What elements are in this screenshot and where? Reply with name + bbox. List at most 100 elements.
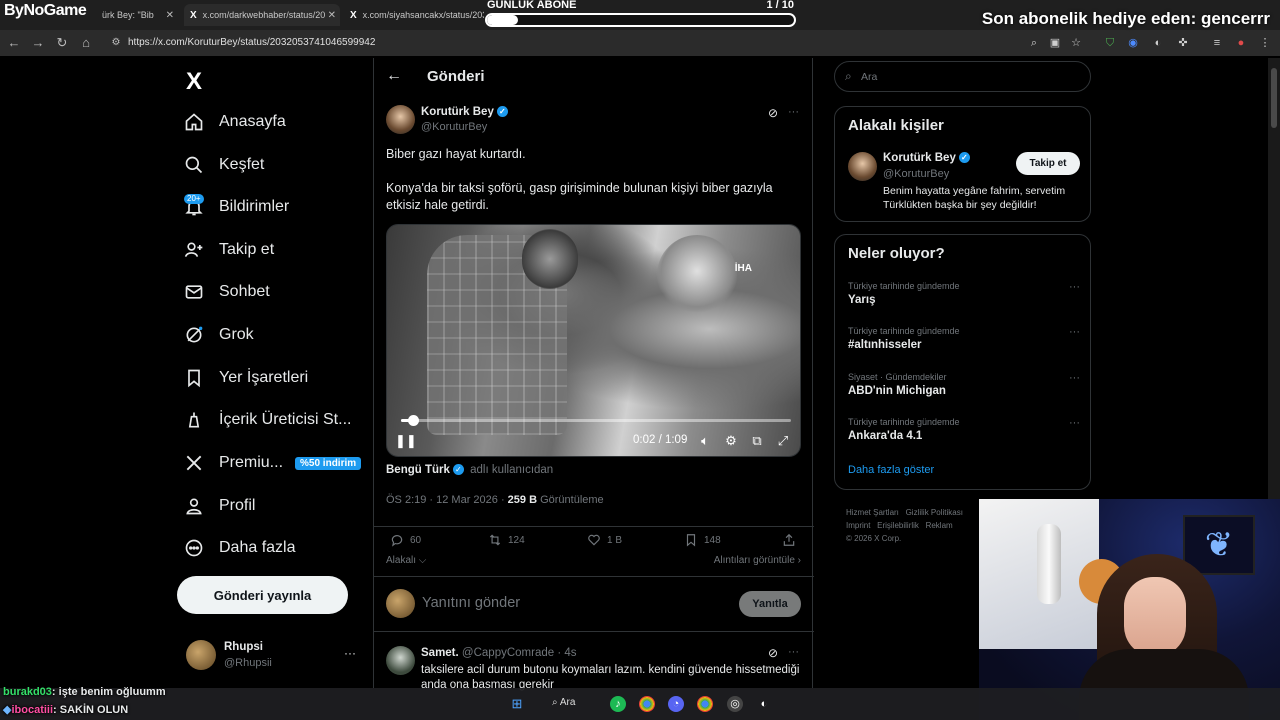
reload-icon[interactable]: ↻ bbox=[54, 35, 70, 51]
reply-time[interactable]: · 4s bbox=[557, 647, 576, 659]
reply-input[interactable]: Yanıtını gönder bbox=[422, 595, 520, 611]
extension-icon[interactable]: ◉ bbox=[1126, 36, 1140, 50]
back-arrow-icon[interactable]: ← bbox=[386, 67, 402, 85]
author-avatar[interactable] bbox=[386, 105, 415, 134]
discord-icon[interactable]: ◔ bbox=[668, 696, 684, 712]
browser-tab[interactable]: ürk Bey: "Bib ✕ bbox=[96, 4, 178, 26]
follow-button[interactable]: Takip et bbox=[1016, 152, 1080, 175]
app-icon[interactable]: ◎ bbox=[727, 696, 743, 712]
more-icon[interactable]: ··· bbox=[788, 646, 799, 658]
video-progress-bar[interactable] bbox=[401, 415, 791, 426]
author-handle[interactable]: @KoruturBey bbox=[421, 121, 487, 133]
back-icon[interactable]: ← bbox=[6, 35, 22, 50]
iha-watermark: İHA bbox=[734, 263, 752, 274]
forward-icon[interactable]: → bbox=[30, 35, 46, 50]
footer-link[interactable]: Erişilebilirlik bbox=[877, 521, 919, 530]
url-field[interactable]: https://x.com/KoruturBey/status/20320537… bbox=[128, 37, 375, 48]
repost-action[interactable]: 124 bbox=[488, 533, 525, 547]
view-quotes-link[interactable]: Alıntıları görüntüle › bbox=[714, 555, 801, 566]
reply-author-handle[interactable]: @CappyComrade bbox=[462, 647, 554, 659]
extension-icon[interactable]: ◐ bbox=[1151, 36, 1165, 50]
account-switcher[interactable]: Rhupsi @Rhupsii ··· bbox=[186, 640, 366, 672]
nav-premium[interactable]: Premiu... %50 indirim bbox=[182, 448, 362, 478]
video-time: 0:02 / 1:09 bbox=[633, 434, 688, 446]
more-icon[interactable]: ··· bbox=[1069, 281, 1080, 293]
reply-author-name[interactable]: Samet. bbox=[421, 647, 459, 659]
grok-icon[interactable]: ⊘ bbox=[768, 106, 778, 120]
nav-explore[interactable]: Keşfet bbox=[182, 150, 264, 180]
trend-item[interactable]: Siyaset · Gündemdekiler ABD'nin Michigan… bbox=[848, 372, 1080, 397]
site-info-icon[interactable]: ⚙ bbox=[108, 37, 124, 48]
nav-profile[interactable]: Profil bbox=[182, 491, 255, 521]
taskbar-search[interactable]: ⌕ Ara bbox=[552, 697, 575, 708]
author-name[interactable]: Korutürk Bey ✓ bbox=[421, 106, 508, 118]
more-icon[interactable]: ··· bbox=[344, 646, 356, 660]
more-icon[interactable]: ··· bbox=[788, 106, 799, 118]
related-bio: Benim hayatta yegâne fahrim, servetim Tü… bbox=[883, 185, 1066, 211]
cast-icon[interactable]: ▣ bbox=[1048, 36, 1062, 50]
pause-icon[interactable]: ❚❚ bbox=[395, 433, 417, 449]
browser-tab[interactable]: X x.com/siyahsancakx/status/203 bbox=[344, 4, 484, 26]
nav-chat[interactable]: Sohbet bbox=[182, 277, 270, 307]
puzzle-icon[interactable]: ✜ bbox=[1176, 36, 1190, 50]
zoom-icon[interactable]: ⌕ bbox=[1027, 36, 1041, 50]
star-icon[interactable]: ☆ bbox=[1069, 36, 1083, 50]
close-icon[interactable]: ✕ bbox=[328, 10, 336, 21]
more-icon[interactable]: ··· bbox=[1069, 326, 1080, 338]
search-input[interactable]: Ara bbox=[861, 71, 877, 83]
home-icon[interactable]: ⌂ bbox=[78, 35, 94, 50]
trend-item[interactable]: Türkiye tarihinde gündemde Ankara'da 4.1… bbox=[848, 417, 1080, 442]
post-button[interactable]: Gönderi yayınla bbox=[177, 576, 348, 614]
browser-tab[interactable]: X x.com/darkwebhaber/status/20 ✕ bbox=[184, 4, 340, 26]
footer-link[interactable]: Reklam bbox=[926, 521, 953, 530]
share-action[interactable] bbox=[782, 533, 796, 547]
nav-more[interactable]: Daha fazla bbox=[182, 533, 296, 563]
browser-app-icon[interactable] bbox=[697, 696, 713, 712]
video-scrubber-handle[interactable] bbox=[407, 415, 419, 426]
nav-home[interactable]: Anasayfa bbox=[182, 107, 286, 137]
show-more-link[interactable]: Daha fazla göster bbox=[848, 464, 934, 476]
profile-icon[interactable]: ● bbox=[1234, 36, 1248, 50]
trend-item[interactable]: Türkiye tarihinde gündemde Yarış ··· bbox=[848, 281, 1080, 306]
browser-menu-icon[interactable]: ⋮ bbox=[1258, 36, 1272, 50]
source-name[interactable]: Bengü Türk bbox=[386, 464, 450, 476]
sort-dropdown[interactable]: Alakalı ⌵ bbox=[386, 555, 426, 566]
search-box[interactable]: ⌕ Ara bbox=[834, 61, 1091, 92]
chrome-icon[interactable] bbox=[639, 696, 655, 712]
close-icon[interactable]: ✕ bbox=[166, 10, 174, 21]
x-logo[interactable]: X bbox=[186, 68, 202, 96]
reply-action[interactable]: 60 bbox=[390, 533, 421, 547]
more-icon[interactable]: ··· bbox=[1069, 417, 1080, 429]
fullscreen-icon[interactable]: ⤢ bbox=[775, 433, 791, 449]
pip-icon[interactable]: ⧉ bbox=[749, 433, 765, 449]
reply-button[interactable]: Yanıtla bbox=[739, 591, 801, 617]
view-quotes-label: Alıntıları görüntüle bbox=[713, 555, 795, 566]
nav-creator-studio[interactable]: İçerik Üreticisi St... bbox=[182, 405, 351, 435]
windows-start-icon[interactable]: ⊞ bbox=[509, 696, 525, 712]
media-icon[interactable]: ≡ bbox=[1210, 36, 1224, 50]
scrollbar-thumb[interactable] bbox=[1271, 68, 1277, 128]
like-action[interactable]: 1 B bbox=[587, 533, 622, 547]
bookmark-action[interactable]: 148 bbox=[684, 533, 721, 547]
tweet-timestamp[interactable]: ÖS 2:19 · 12 Mar 2026 · bbox=[386, 494, 508, 506]
avatar[interactable] bbox=[848, 152, 877, 181]
more-icon[interactable]: ··· bbox=[1069, 372, 1080, 384]
related-name[interactable]: Korutürk Bey ✓ bbox=[883, 152, 970, 164]
reply-tweet[interactable]: Samet. @CappyComrade · 4s ⊘ ··· taksiler… bbox=[374, 634, 814, 694]
app-icon[interactable]: ◐ bbox=[756, 696, 772, 712]
shield-extension-icon[interactable]: ⛉ bbox=[1103, 36, 1117, 50]
nav-grok[interactable]: Grok bbox=[182, 320, 254, 350]
volume-icon[interactable]: 🔈︎ bbox=[697, 433, 713, 449]
video-player[interactable]: İHA ❚❚ 0:02 / 1:09 🔈︎ ⚙ ⧉ ⤢ bbox=[386, 224, 801, 457]
trend-item[interactable]: Türkiye tarihinde gündemde #altınhissele… bbox=[848, 326, 1080, 351]
footer-link[interactable]: Hizmet Şartları bbox=[846, 508, 899, 517]
footer-link[interactable]: Imprint bbox=[846, 521, 870, 530]
grok-icon[interactable]: ⊘ bbox=[768, 646, 778, 660]
spotify-icon[interactable]: ♪ bbox=[610, 696, 626, 712]
footer-link[interactable]: Gizlilik Politikası bbox=[906, 508, 963, 517]
nav-bookmarks[interactable]: Yer İşaretleri bbox=[182, 363, 308, 393]
avatar[interactable] bbox=[386, 646, 415, 675]
settings-icon[interactable]: ⚙ bbox=[723, 433, 739, 449]
nav-follow[interactable]: Takip et bbox=[182, 235, 274, 265]
related-handle[interactable]: @KoruturBey bbox=[883, 168, 949, 180]
